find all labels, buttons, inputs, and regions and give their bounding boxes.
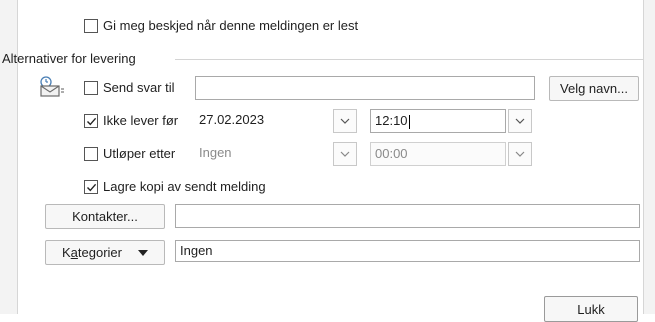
dialog-right-border	[643, 0, 655, 314]
save-copy-checkbox[interactable]	[84, 180, 98, 194]
do-not-deliver-before-label: Ikke lever før	[103, 113, 179, 128]
check-mark-icon	[86, 183, 97, 192]
expires-date-input[interactable]: Ingen	[195, 142, 331, 166]
categories-input[interactable]: Ingen	[175, 240, 640, 262]
categories-label-prefix: K	[62, 245, 71, 260]
chevron-down-icon	[515, 118, 525, 124]
deliver-date-input[interactable]: 27.02.2023	[195, 109, 331, 133]
triangle-down-icon	[137, 249, 148, 256]
deliver-time-dropdown[interactable]	[508, 109, 532, 133]
save-copy-label: Lagre kopi av sendt melding	[103, 179, 266, 194]
send-replies-input[interactable]	[195, 76, 535, 100]
choose-names-button[interactable]: Velg navn...	[549, 76, 639, 101]
read-receipt-checkbox[interactable]	[84, 19, 98, 33]
expires-time-dropdown[interactable]	[508, 142, 532, 166]
do-not-deliver-before-checkbox[interactable]	[84, 114, 98, 128]
envelope-clock-icon	[35, 76, 65, 101]
categories-label-rest: tegorier	[77, 245, 122, 260]
categories-label-accel: a	[70, 245, 78, 260]
read-receipt-label: Gi meg beskjed når denne meldingen er le…	[103, 18, 359, 33]
send-replies-checkbox[interactable]	[84, 81, 98, 95]
delivery-options-heading: Alternativer for levering	[2, 51, 136, 66]
expires-after-label: Utløper etter	[103, 146, 176, 161]
expires-time-input[interactable]: 00:00	[370, 142, 506, 166]
dialog-left-border	[0, 0, 18, 314]
text-caret	[408, 114, 410, 129]
chevron-down-icon	[340, 118, 350, 124]
deliver-date-dropdown[interactable]	[333, 109, 357, 133]
contacts-button[interactable]: Kontakter...	[45, 204, 165, 229]
send-replies-label: Send svar til	[103, 80, 175, 95]
expires-date-dropdown[interactable]	[333, 142, 357, 166]
chevron-down-icon	[515, 151, 525, 157]
chevron-down-icon	[340, 151, 350, 157]
group-divider	[175, 59, 643, 60]
close-button[interactable]: Lukk	[544, 296, 638, 322]
categories-button[interactable]: Ka tegorier	[45, 240, 165, 265]
contacts-input[interactable]	[175, 204, 640, 228]
deliver-time-value: 12:10	[375, 113, 408, 128]
expires-after-checkbox[interactable]	[84, 147, 98, 161]
deliver-time-input[interactable]: 12:10	[370, 109, 506, 133]
check-mark-icon	[86, 117, 97, 126]
